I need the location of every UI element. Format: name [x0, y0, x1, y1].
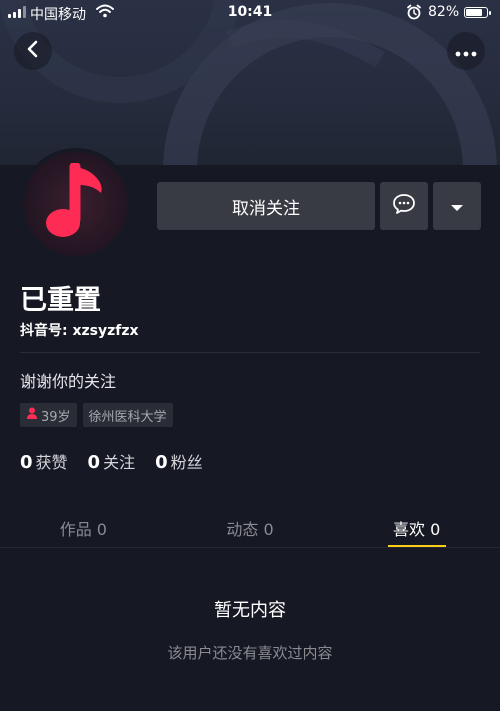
school-tag: 徐州医科大学: [82, 403, 173, 427]
stat-followers[interactable]: 0 粉丝: [155, 449, 203, 473]
back-button[interactable]: [14, 32, 52, 70]
avatar[interactable]: [20, 148, 132, 260]
alarm-icon: [406, 4, 422, 24]
likes-label: 获赞: [35, 453, 68, 472]
battery-percentage: 82%: [428, 4, 460, 20]
female-icon: [26, 407, 38, 423]
profile-stats: 0 获赞 0 关注 0 粉丝: [20, 449, 203, 473]
profile-nickname: 已重置: [20, 285, 101, 316]
profile-tags: 39岁 徐州医科大学: [20, 403, 173, 427]
followers-count: 0: [155, 452, 168, 473]
dropdown-button[interactable]: [433, 182, 481, 230]
profile-divider: [20, 352, 480, 353]
following-count: 0: [87, 452, 101, 473]
unfollow-button[interactable]: 取消关注: [157, 182, 375, 230]
tabs-divider: [0, 547, 500, 548]
content-tabs: 作品 0 动态 0 喜欢 0: [0, 508, 500, 548]
profile-screen: 中国移动 10:41 82% 取消关注 已重置 抖音号: xzsyzfzx 谢谢…: [0, 0, 500, 711]
age-tag: 39岁: [20, 403, 77, 427]
stat-likes[interactable]: 0 获赞: [20, 449, 68, 473]
empty-state-title: 暂无内容: [214, 600, 286, 621]
battery-icon: [464, 7, 491, 18]
message-bubble-icon: [392, 193, 416, 219]
school-text: 徐州医科大学: [88, 409, 167, 425]
stat-following[interactable]: 0 关注: [88, 449, 136, 473]
tab-likes[interactable]: 喜欢 0: [333, 508, 500, 548]
unfollow-label: 取消关注: [232, 198, 300, 219]
caret-down-icon: [450, 197, 464, 216]
status-time: 10:41: [227, 4, 273, 20]
tab-likes-label: 喜欢 0: [393, 520, 441, 539]
following-label: 关注: [103, 453, 136, 472]
empty-state-subtitle: 该用户还没有喜欢过内容: [167, 644, 333, 662]
battery-level-fill: [466, 9, 482, 16]
more-options-button[interactable]: [447, 32, 485, 70]
age-text: 39岁: [41, 409, 71, 425]
more-dots-icon: [455, 42, 477, 61]
tab-works[interactable]: 作品 0: [0, 508, 167, 548]
profile-signature: 谢谢你的关注: [20, 372, 117, 391]
tab-works-label: 作品 0: [59, 520, 107, 539]
message-button[interactable]: [380, 182, 428, 230]
chevron-left-icon: [24, 40, 42, 62]
followers-label: 粉丝: [170, 453, 203, 472]
status-bar: 中国移动 10:41 82%: [0, 0, 500, 26]
douyin-id: 抖音号: xzsyzfzx: [20, 323, 139, 339]
music-note-icon: [24, 152, 128, 256]
tab-posts[interactable]: 动态 0: [167, 508, 334, 548]
tab-posts-label: 动态 0: [226, 520, 274, 539]
likes-count: 0: [20, 452, 33, 473]
